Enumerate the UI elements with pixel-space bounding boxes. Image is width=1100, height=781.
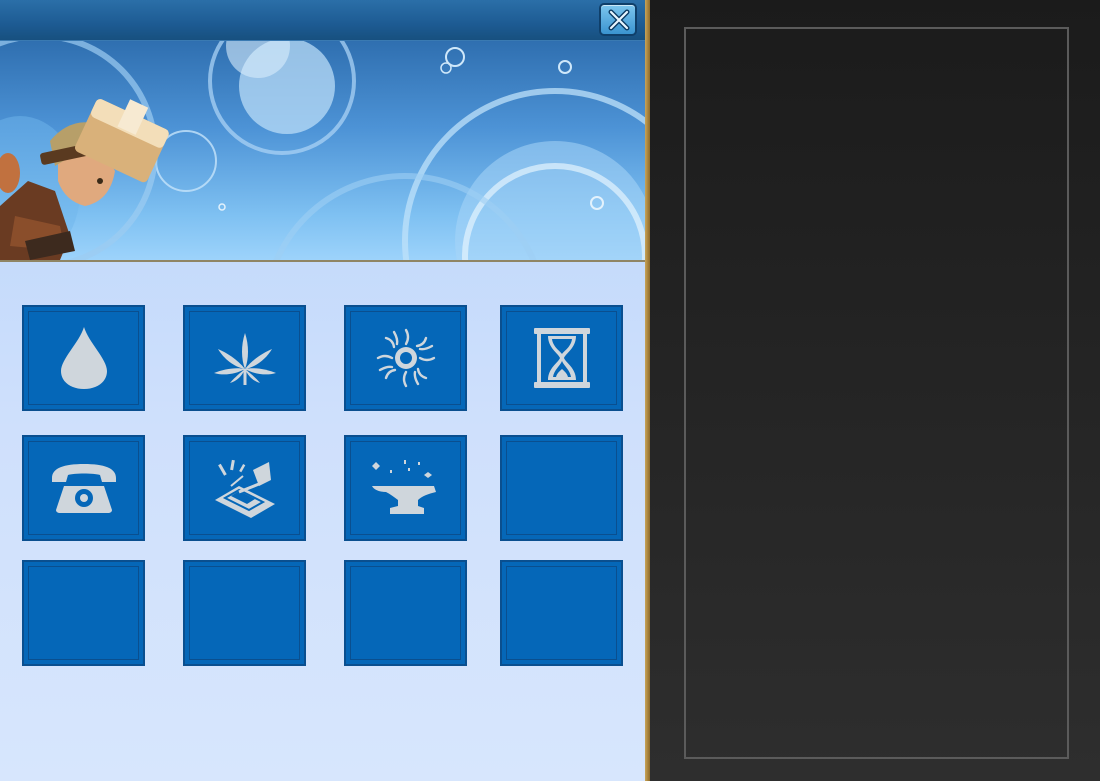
trap-icon <box>214 459 275 518</box>
hourglass-icon <box>533 328 590 388</box>
item-slot-8[interactable] <box>500 435 623 541</box>
close-x-icon <box>608 9 630 31</box>
item-slot-4[interactable] <box>500 305 623 411</box>
telephone-icon <box>51 464 116 513</box>
item-slot-9[interactable] <box>22 560 145 666</box>
item-slot-11[interactable] <box>344 560 467 666</box>
close-button[interactable] <box>599 3 637 36</box>
item-slot-2[interactable] <box>183 305 306 411</box>
item-slot-10[interactable] <box>183 560 306 666</box>
item-popup <box>0 0 645 781</box>
item-slot-6[interactable] <box>183 435 306 541</box>
sun-icon <box>376 328 435 388</box>
item-slot-5[interactable] <box>22 435 145 541</box>
popup-titlebar <box>0 0 645 41</box>
side-panel-frame <box>684 27 1069 759</box>
anvil-icon <box>371 460 436 514</box>
bubbles-background-image <box>0 41 645 260</box>
hemp-leaf-icon <box>213 333 276 385</box>
item-slot-1[interactable] <box>22 305 145 411</box>
item-slot-12[interactable] <box>500 560 623 666</box>
item-slot-3[interactable] <box>344 305 467 411</box>
item-slot-7[interactable] <box>344 435 467 541</box>
popup-banner <box>0 41 645 262</box>
water-drop-icon <box>60 327 107 389</box>
